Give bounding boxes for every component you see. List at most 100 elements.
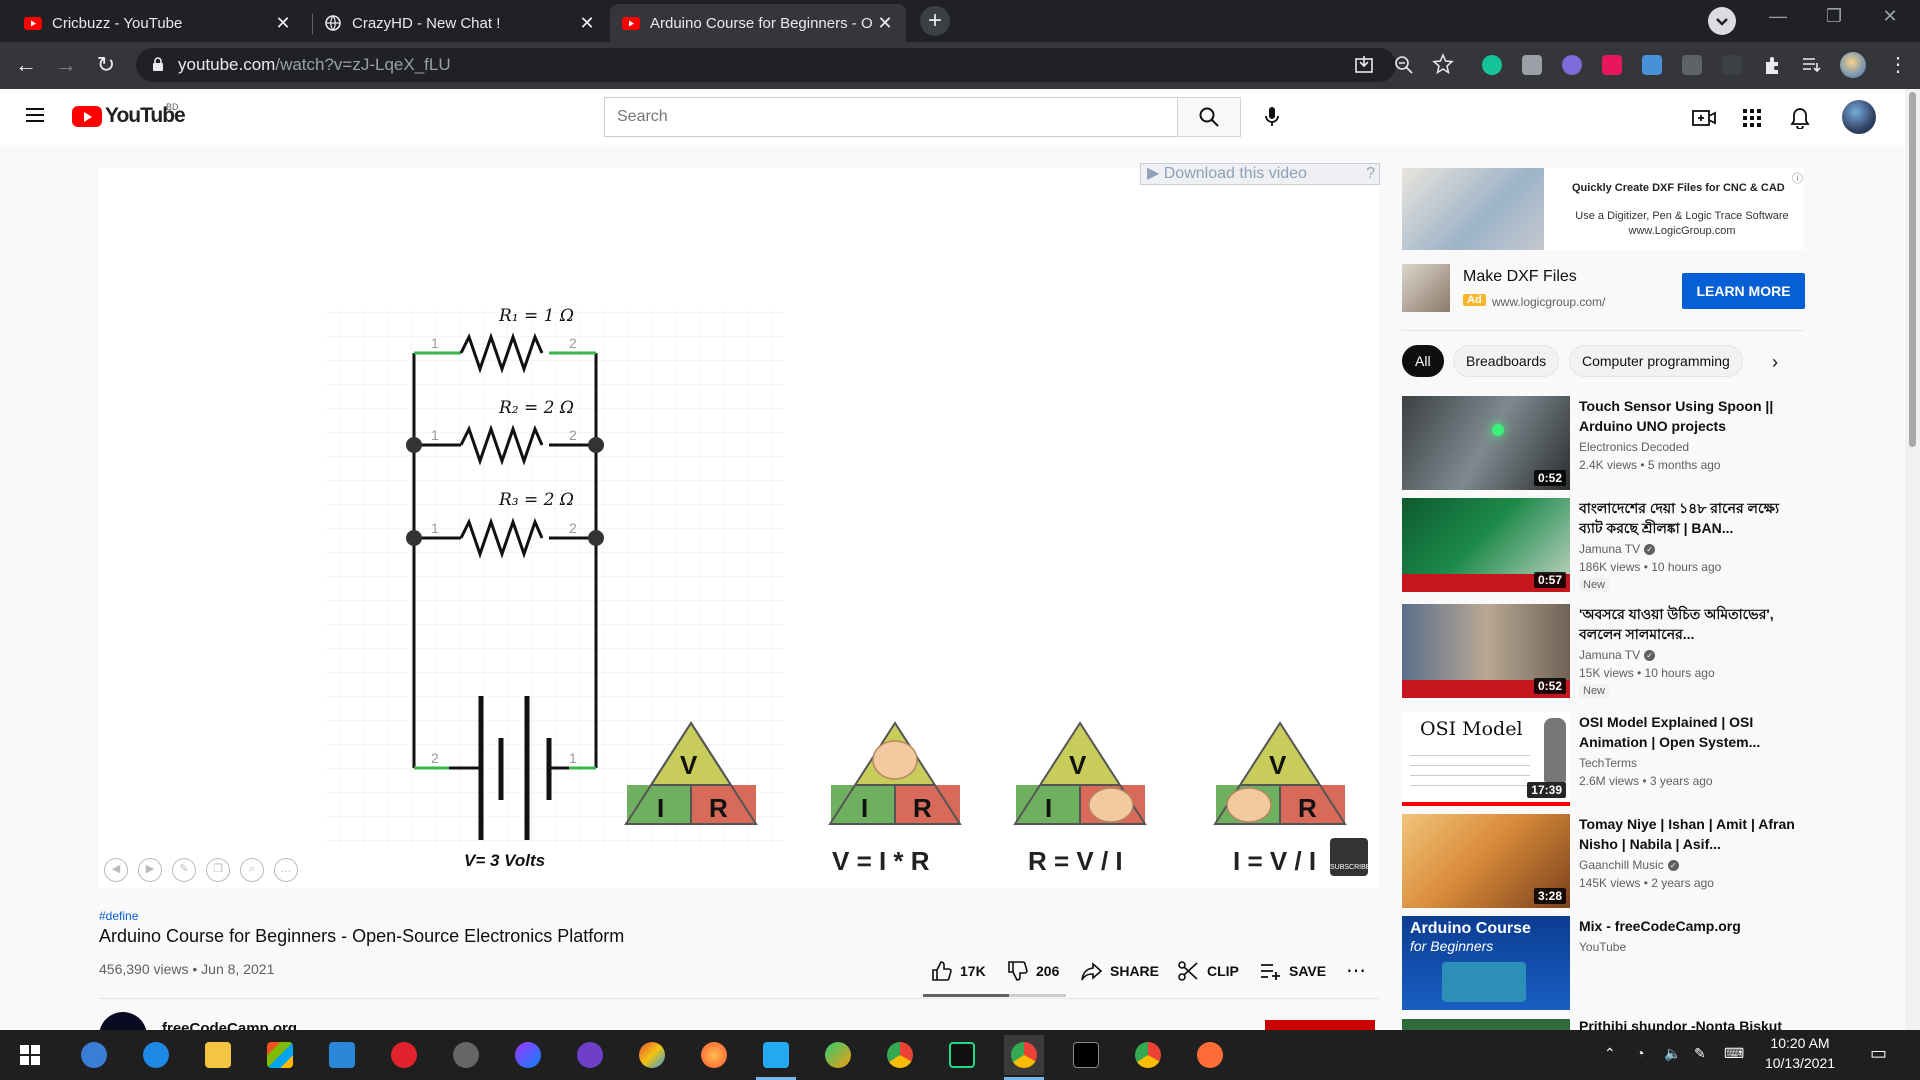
extension-icon[interactable]: [1562, 55, 1582, 75]
video-title[interactable]: Prithibi shundor -Nonta Biskut: [1579, 1019, 1799, 1030]
channel-name[interactable]: Jamuna TV ✓: [1579, 648, 1656, 662]
tab-cricbuzz[interactable]: Cricbuzz - YouTube ✕: [12, 4, 304, 42]
close-tab-icon[interactable]: ✕: [578, 13, 596, 34]
github-icon[interactable]: [570, 1035, 610, 1075]
chevron-right-icon[interactable]: ›: [1772, 352, 1778, 373]
chip-computer-programming[interactable]: Computer programming: [1569, 345, 1743, 377]
hashtag-link[interactable]: #define: [99, 909, 138, 923]
close-tab-icon[interactable]: ✕: [876, 13, 894, 34]
ad-logo[interactable]: [1402, 264, 1450, 312]
tab-arduino-course[interactable]: Arduino Course for Beginners - O ✕: [610, 4, 906, 42]
video-thumbnail[interactable]: 0:57: [1402, 498, 1570, 592]
copy-icon[interactable]: ❐: [206, 858, 230, 882]
recommended-video[interactable]: OSI Model 17:39 OSI Model Explained | OS…: [1402, 712, 1804, 806]
clip-button[interactable]: CLIP: [1177, 960, 1239, 982]
pen-icon[interactable]: ✎: [172, 858, 196, 882]
firefox-icon[interactable]: [694, 1035, 734, 1075]
recommended-video[interactable]: Prithibi shundor -Nonta Biskut: [1402, 1019, 1804, 1030]
create-video-icon[interactable]: [1690, 104, 1718, 132]
photos-icon[interactable]: [818, 1035, 858, 1075]
chip-breadboards[interactable]: Breadboards: [1453, 345, 1560, 377]
pen-workspace-icon[interactable]: ✎: [1694, 1045, 1706, 1062]
maximize-button[interactable]: ❐: [1814, 6, 1854, 27]
media-extension-icon[interactable]: [1602, 55, 1622, 75]
previous-icon[interactable]: ◀: [104, 858, 128, 882]
scrollbar-thumb[interactable]: [1909, 92, 1916, 447]
recommended-video[interactable]: 0:52 'অবসরে যাওয়া উচিত অমিতাভের', বললেন …: [1402, 604, 1804, 698]
channel-watermark-badge[interactable]: SUBSCRIBE: [1330, 838, 1370, 876]
close-tab-icon[interactable]: ✕: [274, 13, 292, 34]
voice-search-button[interactable]: [1254, 99, 1290, 135]
screen-extension-icon[interactable]: [1682, 55, 1702, 75]
chip-all[interactable]: All: [1402, 345, 1444, 377]
recommended-video[interactable]: 0:57 বাংলাদেশের দেয়া ১৪৮ রানের লক্ষ্যে ব…: [1402, 498, 1804, 592]
apps-grid-icon[interactable]: [1738, 104, 1766, 132]
satellite-app-icon[interactable]: [446, 1035, 486, 1075]
file-explorer-icon[interactable]: [198, 1035, 238, 1075]
save-button[interactable]: SAVE: [1259, 960, 1326, 982]
help-icon[interactable]: ?: [1366, 164, 1375, 184]
camera-extension-icon[interactable]: [1522, 55, 1542, 75]
reload-icon[interactable]: ↻: [92, 52, 120, 80]
pycharm-icon[interactable]: [942, 1035, 982, 1075]
more-actions-icon[interactable]: ⋯: [1346, 958, 1366, 983]
mail-icon[interactable]: [322, 1035, 362, 1075]
grammarly-extension-icon[interactable]: [1482, 55, 1502, 75]
video-title[interactable]: বাংলাদেশের দেয়া ১৪৮ রানের লক্ষ্যে ব্যাট …: [1579, 498, 1799, 538]
ad-banner[interactable]: Quickly Create DXF Files for CNC & CAD U…: [1402, 168, 1804, 250]
paint-icon[interactable]: [632, 1035, 672, 1075]
channel-name[interactable]: Gaanchill Music ✓: [1579, 858, 1679, 872]
tab-search-button[interactable]: [1708, 7, 1736, 35]
video-title[interactable]: Touch Sensor Using Spoon || Arduino UNO …: [1579, 396, 1799, 436]
vscode-icon[interactable]: [756, 1035, 796, 1080]
video-title[interactable]: OSI Model Explained | OSI Animation | Op…: [1579, 712, 1799, 752]
chrome-profile-icon[interactable]: [880, 1035, 920, 1075]
hamburger-menu-icon[interactable]: [24, 106, 46, 129]
recommended-mix[interactable]: Arduino Course for Beginners Mix - freeC…: [1402, 916, 1804, 1010]
user-avatar[interactable]: [1842, 100, 1876, 134]
like-button[interactable]: 17K: [930, 960, 986, 982]
tab-crazyhd[interactable]: CrazyHD - New Chat ! ✕: [312, 4, 608, 42]
channel-name[interactable]: TechTerms: [1579, 756, 1637, 770]
video-thumbnail[interactable]: [1402, 1019, 1570, 1030]
opera-icon[interactable]: [384, 1035, 424, 1075]
zoom-icon[interactable]: [1393, 54, 1415, 81]
learn-more-button[interactable]: LEARN MORE: [1682, 273, 1805, 309]
ad-info-icon[interactable]: ⓘ: [1792, 170, 1803, 186]
download-extension-icon[interactable]: [1642, 55, 1662, 75]
chrome-alt-profile-icon[interactable]: [1128, 1035, 1168, 1075]
recommended-video[interactable]: 0:52 Touch Sensor Using Spoon || Arduino…: [1402, 396, 1804, 490]
store-icon[interactable]: [260, 1035, 300, 1075]
bookmark-star-icon[interactable]: [1432, 53, 1454, 80]
lock-icon[interactable]: [152, 57, 164, 76]
dislike-button[interactable]: 206: [1006, 960, 1059, 982]
profile-avatar[interactable]: [1840, 52, 1866, 78]
puzzle-icon[interactable]: [1762, 54, 1784, 81]
video-thumbnail[interactable]: 0:52: [1402, 396, 1570, 490]
video-title[interactable]: 'অবসরে যাওয়া উচিত অমিতাভের', বললেন সালমা…: [1579, 604, 1799, 644]
channel-name[interactable]: Jamuna TV ✓: [1579, 542, 1656, 556]
messenger-icon[interactable]: [508, 1035, 548, 1075]
share-button[interactable]: SHARE: [1080, 960, 1159, 982]
search-button[interactable]: [1177, 97, 1241, 137]
url-text[interactable]: youtube.com/watch?v=zJ-LqeX_fLU: [178, 55, 451, 75]
notification-center-icon[interactable]: ▭: [1870, 1043, 1887, 1064]
minimize-button[interactable]: —: [1758, 6, 1798, 27]
reading-list-icon[interactable]: [1800, 54, 1822, 81]
video-thumbnail[interactable]: 3:28: [1402, 814, 1570, 908]
search-input[interactable]: [604, 97, 1178, 137]
download-video-banner[interactable]: ▶ Download this video?: [1140, 163, 1380, 185]
video-thumbnail[interactable]: Arduino Course for Beginners: [1402, 916, 1570, 1010]
chevron-up-icon[interactable]: ⌃: [1604, 1045, 1616, 1062]
chrome-icon[interactable]: [1004, 1035, 1044, 1080]
keyboard-icon[interactable]: ⌨: [1724, 1045, 1744, 1062]
zoom-icon[interactable]: ⌕: [240, 858, 264, 882]
quickbooks-icon[interactable]: [74, 1035, 114, 1075]
mix-title[interactable]: Mix - freeCodeCamp.org: [1579, 916, 1799, 936]
video-thumbnail[interactable]: OSI Model 17:39: [1402, 712, 1570, 806]
play-icon[interactable]: ▶: [138, 858, 162, 882]
channel-name[interactable]: Electronics Decoded: [1579, 440, 1689, 454]
system-clock[interactable]: 10:20 AM 10/13/2021: [1760, 1033, 1840, 1073]
pen-extension-icon[interactable]: [1722, 55, 1742, 75]
recommended-video[interactable]: 3:28 Tomay Niye | Ishan | Amit | Afran N…: [1402, 814, 1804, 908]
